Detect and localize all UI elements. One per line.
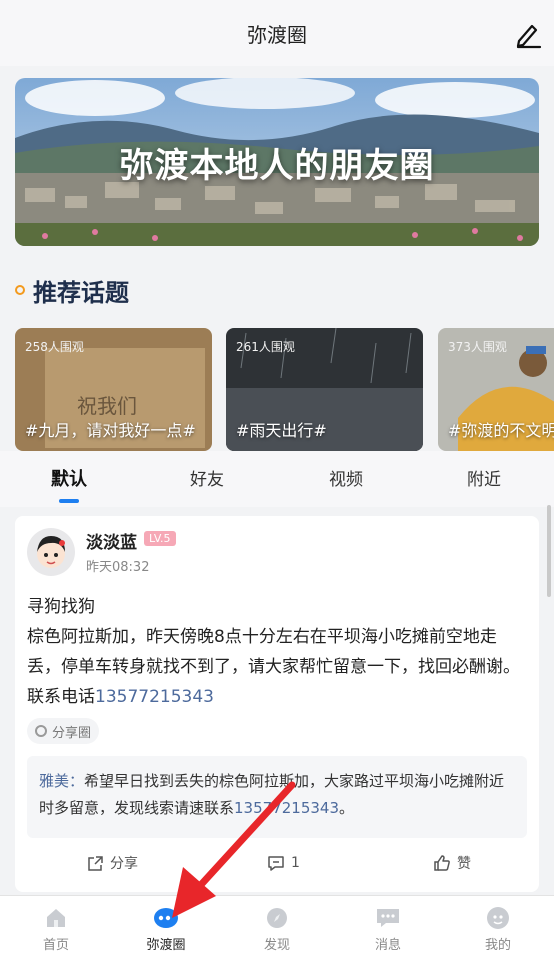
pen-icon [516,24,542,49]
circle-chat-icon [154,908,178,928]
share-label: 分享 [110,856,138,872]
comment-end: 。 [339,799,355,817]
post-username[interactable]: 淡淡蓝 [86,528,137,553]
section-dot-icon [15,285,25,295]
topic-viewers: 261人围观 [236,340,295,354]
message-icon [377,909,399,927]
post-actions: 分享 1 赞 [15,848,539,878]
tab-friends[interactable]: 好友 [167,465,247,490]
nav-profile[interactable]: 我的 [458,906,538,956]
section-title: 推荐话题 [33,277,129,307]
nav-label: 我的 [484,938,511,953]
nav-label: 发现 [263,938,290,953]
topic-card[interactable]: 祝我们 258人围观 #九月，请对我好一点# [15,328,212,451]
comment-author[interactable]: 雅美： [39,772,84,790]
top-bar: 弥渡圈 [0,0,554,66]
like-button[interactable]: 赞 [433,848,471,878]
nav-discover[interactable]: 发现 [237,906,317,956]
phone-link[interactable]: 13577215343 [95,687,214,707]
topic-title: #雨天出行# [236,421,327,440]
share-icon [88,855,103,871]
nav-midu-circle[interactable]: 弥渡圈 [126,906,206,956]
nav-messages[interactable]: 消息 [348,906,428,956]
topic-viewers: 258人围观 [25,340,84,354]
compass-icon [267,908,287,928]
like-label: 赞 [457,856,471,872]
level-badge: LV.5 [144,531,176,546]
share-button[interactable]: 分享 [87,848,138,878]
comment-count: 1 [291,855,300,871]
post-content[interactable]: 寻狗找狗 棕色阿拉斯加，昨天傍晚8点十分左右在平坝海小吃摊前空地走丢，停单车转身… [27,592,527,712]
feed-tabs: 默认 好友 视频 附近 [0,451,554,507]
bottom-nav: 首页 弥渡圈 发现 消息 我的 [0,895,554,959]
topic-viewers: 373人围观 [448,340,507,354]
avatar-image [37,536,65,568]
nav-label: 首页 [42,938,69,953]
comment-button[interactable]: 1 [267,848,300,878]
section-header: 推荐话题 [15,272,129,308]
banner-headline: 弥渡本地人的朋友圈 [119,146,435,186]
nav-label: 消息 [374,938,401,953]
topic-title: #弥渡的不文明 [448,421,554,440]
home-icon [47,909,65,927]
tab-default[interactable]: 默认 [29,465,109,491]
active-tab-indicator [59,499,79,503]
svg-text:祝我们: 祝我们 [77,394,137,418]
hero-banner[interactable]: 弥渡本地人的朋友圈 [15,78,539,246]
post-title-line: 寻狗找狗 [27,597,95,617]
post-time: 昨天08:32 [86,560,150,575]
tag-label: 分享圈 [52,725,92,741]
topic-card[interactable]: 261人围观 #雨天出行# [226,328,423,451]
topic-carousel[interactable]: 祝我们 258人围观 #九月，请对我好一点# 261人围观 #雨天出行# 373… [15,328,554,451]
topic-tag[interactable]: 分享圈 [27,718,100,744]
nav-label: 弥渡圈 [146,938,186,953]
page-title: 弥渡圈 [247,22,307,47]
comment-phone-link[interactable]: 13577215343 [234,799,339,817]
post-card[interactable]: 淡淡蓝 LV.5 昨天08:32 寻狗找狗 棕色阿拉斯加，昨天傍晚8点十分左右在… [15,516,539,892]
topic-card[interactable]: 373人围观 #弥渡的不文明 [438,328,554,451]
scrollbar[interactable] [547,505,551,597]
edit-post-button[interactable] [512,18,544,50]
topic-title: #九月，请对我好一点# [25,421,196,440]
tab-videos[interactable]: 视频 [306,465,386,490]
avatar[interactable] [27,528,75,576]
profile-icon [487,907,509,929]
comment-icon [268,855,284,871]
thumbs-up-icon [434,855,450,871]
tab-nearby[interactable]: 附近 [444,465,524,490]
nav-home[interactable]: 首页 [16,906,96,956]
tag-circle-icon [35,725,47,737]
comment-preview[interactable]: 雅美：希望早日找到丢失的棕色阿拉斯加，大家路过平坝海小吃摊附近时多留意，发现线索… [27,756,527,838]
